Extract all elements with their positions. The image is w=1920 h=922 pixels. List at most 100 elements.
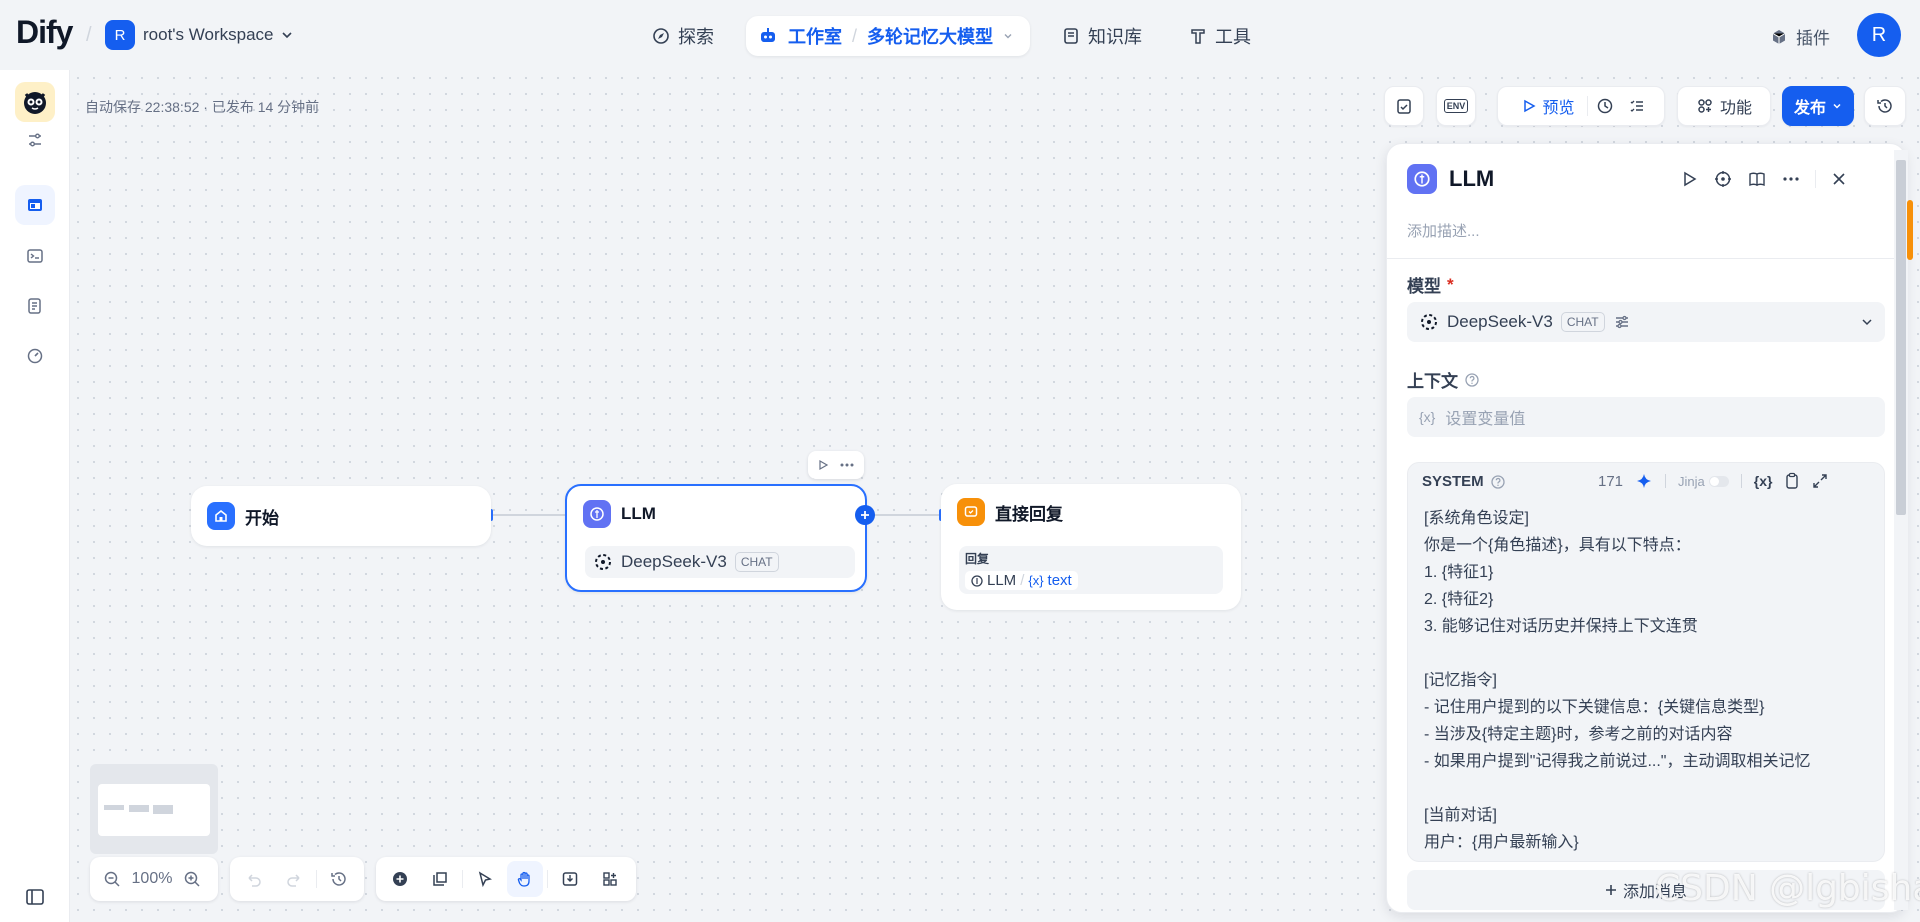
panel-scrollbar-thumb[interactable] — [1896, 160, 1906, 515]
node-toolbar — [808, 451, 864, 479]
add-node-icon[interactable] — [382, 861, 418, 897]
settings-sliders-icon[interactable] — [15, 125, 55, 155]
export-image-icon[interactable] — [552, 861, 588, 897]
run-history-button[interactable] — [1588, 97, 1622, 115]
description-input[interactable]: 添加描述... — [1407, 220, 1480, 241]
llm-node-model: DeepSeek-V3 CHAT — [585, 546, 855, 578]
preview-group: 预览 — [1497, 86, 1665, 126]
edge-start-llm[interactable] — [491, 514, 565, 516]
checklist-button[interactable] — [1384, 86, 1424, 126]
llm-brain-icon — [583, 500, 611, 528]
copy-icon[interactable] — [1784, 472, 1800, 490]
help-circle-icon[interactable] — [1490, 474, 1506, 490]
pointer-icon[interactable] — [467, 861, 503, 897]
insert-variable-icon[interactable]: {x} — [1754, 473, 1773, 489]
logs-icon[interactable] — [15, 286, 55, 326]
llm-node-mode-badge: CHAT — [734, 552, 779, 572]
panel-actions — [1679, 169, 1848, 189]
preview-label: 预览 — [1542, 100, 1575, 117]
system-prompt-editor[interactable]: SYSTEM 171 Jinja {x} [系统角色设定] 你是一个{角色描述}… — [1407, 462, 1885, 862]
help-book-icon[interactable] — [1747, 169, 1767, 189]
divider: / — [86, 24, 92, 46]
nav-tools[interactable]: 工具 — [1177, 16, 1263, 56]
divider: / — [1020, 572, 1025, 589]
redo-icon[interactable] — [276, 861, 312, 897]
orchestrate-icon[interactable] — [15, 185, 55, 225]
env-label: ENV — [1443, 99, 1469, 113]
context-section-label: 上下文 — [1407, 367, 1480, 392]
model-name: DeepSeek-V3 — [1447, 312, 1553, 331]
chevron-down-icon[interactable] — [1003, 31, 1013, 41]
robot-icon — [758, 26, 778, 46]
sidebar-toggle-icon[interactable] — [15, 877, 55, 917]
app-icon[interactable] — [15, 82, 55, 122]
node-settings-panel: LLM 添加描述... 模型 * DeepSeek-V3 CHAT 上下文 {x… — [1386, 143, 1906, 913]
context-variable-input[interactable]: {x} 设置变量值 — [1407, 397, 1885, 437]
llm-node[interactable]: LLM DeepSeek-V3 CHAT — [565, 484, 867, 592]
current-app-name[interactable]: 多轮记忆大模型 — [867, 23, 993, 49]
play-icon — [1522, 99, 1537, 113]
model-params-icon[interactable] — [1613, 313, 1631, 331]
version-history-button[interactable] — [1864, 86, 1906, 126]
edge-llm-answer[interactable] — [873, 514, 939, 516]
run-step-icon[interactable] — [1679, 169, 1699, 189]
check-clipboard-icon — [1395, 97, 1413, 115]
system-prompt-text[interactable]: [系统角色设定] 你是一个{角色描述}，具有以下特点： 1. {特征1} 2. … — [1424, 505, 1810, 856]
history-icon[interactable] — [321, 861, 357, 897]
features-button[interactable]: 功能 — [1677, 86, 1771, 126]
add-note-icon[interactable] — [422, 861, 458, 897]
publish-button[interactable]: 发布 — [1782, 86, 1854, 126]
start-node[interactable]: 开始 — [191, 486, 491, 546]
answer-var-node: LLM — [987, 572, 1017, 589]
zoom-in-icon[interactable] — [174, 861, 210, 897]
jinja-toggle[interactable] — [1708, 475, 1729, 487]
zoom-level[interactable]: 100% — [130, 870, 174, 888]
close-icon[interactable] — [1830, 170, 1848, 188]
expand-icon[interactable] — [1812, 473, 1828, 489]
minimap-viewport — [98, 784, 210, 836]
answer-node[interactable]: 直接回复 回复 LLM / {x} text — [941, 484, 1241, 610]
hand-icon[interactable] — [507, 861, 543, 897]
env-button[interactable]: ENV — [1436, 86, 1476, 126]
model-selector[interactable]: DeepSeek-V3 CHAT — [1407, 302, 1885, 342]
plugins-label: 插件 — [1796, 29, 1830, 48]
llm-node-model-name: DeepSeek-V3 — [621, 552, 727, 571]
nav-knowledge[interactable]: 知识库 — [1050, 16, 1154, 56]
workspace-switcher[interactable]: R root's Workspace — [105, 20, 293, 50]
help-circle-icon[interactable] — [1464, 372, 1480, 388]
add-next-node-icon[interactable] — [855, 505, 875, 525]
organize-layout-icon[interactable] — [592, 861, 628, 897]
checklist-items-button[interactable] — [1622, 97, 1652, 115]
cube-icon — [1770, 28, 1788, 46]
compass-icon — [652, 27, 670, 45]
run-node-icon[interactable] — [817, 459, 829, 471]
context-label: 上下文 — [1407, 372, 1458, 391]
system-header: SYSTEM — [1422, 473, 1506, 490]
monitor-gauge-icon[interactable] — [15, 336, 55, 376]
nav-studio[interactable]: 工作室 / 多轮记忆大模型 — [746, 16, 1030, 56]
more-icon[interactable] — [839, 459, 855, 471]
canvas-tools — [376, 857, 636, 901]
features-label: 功能 — [1719, 100, 1752, 117]
context-placeholder: 设置变量值 — [1445, 411, 1526, 428]
plugins-button[interactable]: 插件 — [1770, 24, 1830, 49]
workspace-name: root's Workspace — [143, 25, 274, 44]
more-icon[interactable] — [1781, 169, 1801, 189]
undo-icon[interactable] — [236, 861, 272, 897]
model-label: 模型 — [1407, 277, 1441, 296]
sparkle-icon[interactable] — [1635, 472, 1653, 490]
minimap[interactable] — [90, 764, 218, 854]
model-mode-badge: CHAT — [1560, 312, 1605, 332]
preview-button[interactable]: 预览 — [1510, 94, 1586, 118]
system-label: SYSTEM — [1422, 473, 1484, 490]
panel-title[interactable]: LLM — [1449, 166, 1494, 192]
home-icon — [207, 502, 235, 530]
locate-node-icon[interactable] — [1713, 169, 1733, 189]
user-avatar[interactable]: R — [1857, 13, 1901, 57]
terminal-icon[interactable] — [15, 236, 55, 276]
dify-logo[interactable]: Dify — [16, 14, 73, 51]
nav-explore[interactable]: 探索 — [640, 16, 726, 56]
char-count: 171 — [1598, 472, 1624, 490]
list-check-icon — [1628, 97, 1646, 115]
zoom-out-icon[interactable] — [94, 861, 130, 897]
